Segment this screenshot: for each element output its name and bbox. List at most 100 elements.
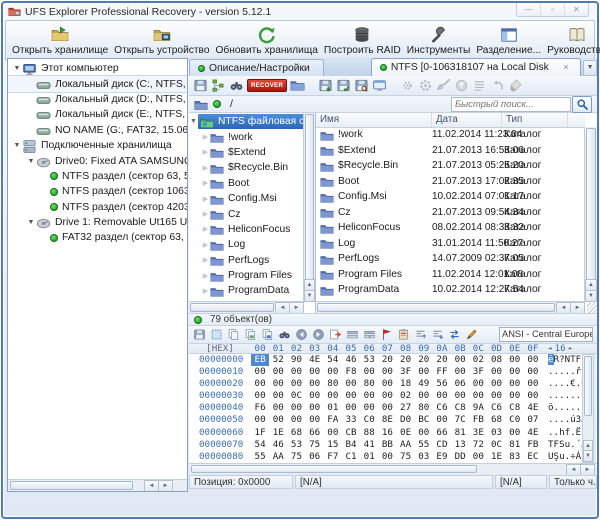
hex-byte[interactable]: B4 — [342, 439, 360, 451]
expander-icon[interactable]: ▼ — [189, 118, 198, 125]
save-icon[interactable] — [193, 78, 208, 93]
file-list-row[interactable]: !work 11.02.2014 11:23:04 Каталог — [316, 127, 585, 143]
hex-byte[interactable]: 00 — [342, 402, 360, 414]
maximize-button[interactable]: ▫ — [540, 3, 564, 16]
hex-byte[interactable]: 07 — [524, 414, 542, 426]
hex-byte[interactable]: DD — [451, 451, 469, 463]
file-list-hscrollbar[interactable]: ◄ ► — [316, 301, 585, 313]
hex-byte[interactable]: 00 — [451, 366, 469, 378]
folder-tree-vscrollbar[interactable]: ▲ ▼ — [303, 113, 315, 302]
monitor-icon[interactable] — [372, 78, 387, 93]
scroll-left-icon[interactable]: ◄ — [144, 480, 159, 491]
bookmark-flag-icon[interactable] — [380, 328, 393, 341]
hex-byte[interactable]: 00 — [342, 378, 360, 390]
hex-byte[interactable]: 00 — [269, 402, 287, 414]
hex-byte[interactable]: 06 — [451, 378, 469, 390]
gear-small-icon[interactable] — [400, 78, 415, 93]
hex-byte[interactable]: 00 — [524, 366, 542, 378]
hex-byte[interactable]: C1 — [342, 451, 360, 463]
hex-byte[interactable]: 90 — [287, 354, 305, 366]
folder-tree-root[interactable]: ▼ NTFS файловая система — [189, 114, 304, 130]
back-icon[interactable] — [295, 328, 308, 341]
hex-byte[interactable]: 03 — [415, 451, 433, 463]
hex-row[interactable]: 00000060 1F 1E 68 66 00 CB 88 16 0E 00 66 81 3E 03 00 4E… — [189, 427, 585, 439]
expander-icon[interactable]: ▶ — [201, 164, 210, 172]
hex-byte[interactable]: 55 — [251, 451, 269, 463]
hex-byte[interactable]: 00 — [269, 366, 287, 378]
tab-ntfs-partition[interactable]: NTFS [0-106318107 на Local Disk (C:)] × — [370, 58, 582, 76]
hex-byte[interactable]: 27 — [397, 402, 415, 414]
disk-view-icon[interactable] — [354, 78, 369, 93]
vscroll-thumb[interactable] — [305, 114, 314, 280]
hex-byte[interactable]: C8 — [506, 402, 524, 414]
hex-byte[interactable]: 20 — [415, 354, 433, 366]
hex-row[interactable]: 00000040 F6 00 00 00 01 00 00 00 27 80 C6 C8 9A C6 C8 4E… — [189, 402, 585, 414]
hex-byte[interactable]: 15 — [324, 439, 342, 451]
hscroll-thumb[interactable] — [317, 303, 555, 312]
file-list-row[interactable]: $Recycle.Bin 21.07.2013 05:25:20 Каталог — [316, 158, 585, 174]
hex-byte[interactable]: 00 — [378, 402, 396, 414]
hex-byte[interactable]: 1E — [269, 427, 287, 439]
folder-tree-item[interactable]: ▶ Boot — [189, 176, 304, 191]
hex-byte[interactable]: 00 — [306, 378, 324, 390]
hex-byte[interactable]: 00 — [506, 366, 524, 378]
hex-byte[interactable]: 00 — [306, 414, 324, 426]
partitioning-button[interactable]: Разделение... — [473, 22, 544, 59]
manual-button[interactable]: Руководство — [544, 22, 600, 59]
hex-byte[interactable]: 00 — [433, 414, 451, 426]
hex-byte[interactable]: 00 — [251, 414, 269, 426]
hex-byte[interactable]: 3E — [469, 427, 487, 439]
hex-byte[interactable]: 53 — [360, 354, 378, 366]
hex-byte[interactable]: 54 — [251, 439, 269, 451]
hex-byte[interactable]: 00 — [306, 402, 324, 414]
tab-list-dropdown-icon[interactable]: ▼ — [583, 60, 597, 76]
storage-tree-item[interactable]: NTFS раздел (сектор 420340788, 97.6 — [8, 200, 187, 215]
storage-tree-item[interactable]: FAT32 раздел (сектор 63, 15.06ГБ) — [8, 230, 187, 245]
edit-icon[interactable] — [465, 328, 478, 341]
file-list-row[interactable]: Boot 21.07.2013 17:02:35 Каталог — [316, 174, 585, 190]
hex-byte[interactable]: 7C — [451, 414, 469, 426]
tab-description-settings[interactable]: Описание/Настройки — [189, 59, 325, 76]
hex-byte[interactable]: 00 — [469, 378, 487, 390]
file-list-row[interactable]: HeliconFocus 08.02.2014 08:33:32 Каталог — [316, 220, 585, 236]
hex-byte[interactable]: CB — [342, 427, 360, 439]
forward-icon[interactable] — [312, 328, 325, 341]
hex-vscrollbar[interactable]: ▲ ▼ — [582, 354, 594, 463]
file-list-row[interactable]: Log 31.01.2014 11:50:27 Каталог — [316, 236, 585, 252]
hex-byte[interactable]: C0 — [506, 414, 524, 426]
storage-tree-item[interactable]: Локальный диск (D:, NTFS, 149.73ГБ) — [8, 92, 187, 107]
hscroll-thumb[interactable] — [10, 481, 133, 490]
hex-byte[interactable]: 00 — [324, 427, 342, 439]
expander-icon[interactable]: ▼ — [12, 65, 22, 72]
file-list-row[interactable]: ProgramData 10.02.2014 12:27:54 Каталог — [316, 282, 585, 298]
hex-byte[interactable]: C6 — [487, 402, 505, 414]
refresh-storages-button[interactable]: Обновить хранилища — [212, 22, 320, 59]
scroll-right-icon[interactable]: ► — [158, 480, 173, 491]
hex-byte[interactable]: 88 — [360, 427, 378, 439]
column-header-type[interactable]: Тип — [502, 113, 568, 127]
open-device-button[interactable]: Открыть устройство — [111, 22, 212, 59]
hex-byte[interactable]: FF — [433, 366, 451, 378]
hex-byte[interactable]: 66 — [306, 427, 324, 439]
hex-row[interactable]: 00000050 00 00 00 00 FA 33 C0 8E D0 BC 00 7C FB 68 C0 07… — [189, 414, 585, 426]
tools-button[interactable]: Инструменты — [404, 22, 474, 59]
recover-button[interactable]: RECOVER — [247, 79, 287, 92]
hex-byte[interactable]: 02 — [469, 354, 487, 366]
hex-byte[interactable]: 00 — [287, 366, 305, 378]
hex-byte[interactable]: 01 — [360, 451, 378, 463]
hex-byte[interactable]: 72 — [469, 439, 487, 451]
minimize-button[interactable]: — — [517, 3, 540, 16]
search-button[interactable] — [572, 96, 592, 113]
hex-byte[interactable]: 81 — [506, 439, 524, 451]
hex-byte[interactable]: 53 — [287, 439, 305, 451]
hscroll-thumb[interactable] — [191, 465, 477, 473]
hex-byte[interactable]: 81 — [451, 427, 469, 439]
folder-tree-item[interactable]: ▶ $Recycle.Bin — [189, 160, 304, 175]
hex-byte[interactable]: 00 — [269, 378, 287, 390]
folder-tree-item[interactable]: ▶ PerfLogs — [189, 253, 304, 268]
hex-byte[interactable]: 00 — [360, 366, 378, 378]
hex-byte[interactable]: 4E — [524, 402, 542, 414]
hex-byte[interactable]: 13 — [451, 439, 469, 451]
hex-byte[interactable]: 46 — [342, 354, 360, 366]
hex-byte[interactable]: 56 — [433, 378, 451, 390]
